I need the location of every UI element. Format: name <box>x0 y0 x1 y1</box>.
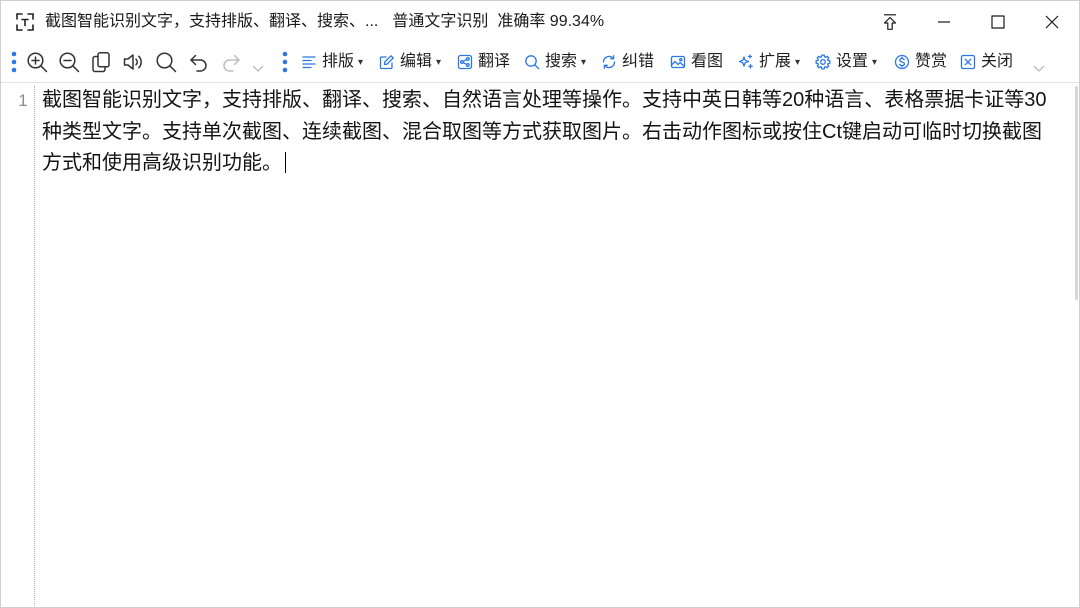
toolbar-grip-handle[interactable] <box>280 45 290 79</box>
text-line-last[interactable]: 方式和使用高级识别功能。 <box>42 148 1071 180</box>
text-line[interactable]: 截图智能识别文字，支持排版、翻译、搜索、自然语言处理等操作。支持中英日韩等20种… <box>42 85 1071 117</box>
pin-on-top-button[interactable] <box>863 1 917 43</box>
translate-button[interactable]: 翻译 <box>455 45 510 79</box>
settings-menu-button[interactable]: 设置 ▾ <box>813 45 877 79</box>
menu-label: 设置 <box>836 53 869 70</box>
edit-icon <box>379 55 394 70</box>
gutter-divider <box>34 86 35 607</box>
dropdown-arrow-icon: ▾ <box>436 56 442 68</box>
undo-button[interactable] <box>185 45 213 79</box>
dropdown-arrow-icon: ▾ <box>358 56 364 68</box>
pin-top-icon <box>883 14 897 30</box>
recognition-mode-label: 普通文字识别 <box>392 13 489 30</box>
search-menu-button[interactable]: 搜索 ▾ <box>522 45 586 79</box>
align-list-icon <box>302 56 316 69</box>
layout-menu-button[interactable]: 排版 ▾ <box>299 45 363 79</box>
menu-label: 编辑 <box>400 53 433 70</box>
title-bar[interactable]: 截图智能识别文字，支持排版、翻译、搜索、... 普通文字识别 准确率 99.34… <box>1 1 1079 43</box>
dropdown-arrow-icon: ▾ <box>872 56 878 68</box>
undo-icon <box>190 54 207 72</box>
dollar-circle-icon <box>894 54 910 70</box>
chevron-down-icon <box>252 65 264 72</box>
title-text-group: 截图智能识别文字，支持排版、翻译、搜索、... 普通文字识别 准确率 99.34… <box>45 12 604 32</box>
refresh-icon <box>602 55 616 69</box>
menu-label: 关闭 <box>981 53 1014 70</box>
text-cursor <box>285 152 286 173</box>
dropdown-arrow-icon: ▾ <box>581 56 587 68</box>
sparkle-icon <box>738 54 753 69</box>
redo-button[interactable] <box>217 45 245 79</box>
vertical-scrollbar-thumb[interactable] <box>1075 86 1078 300</box>
menu-label: 翻译 <box>478 53 511 70</box>
close-app-button[interactable]: 关闭 <box>958 45 1013 79</box>
chevron-down-icon <box>1033 65 1045 72</box>
window-title: 截图智能识别文字，支持排版、翻译、搜索、... <box>45 13 379 30</box>
line-number: 1 <box>18 91 28 110</box>
accuracy-label: 准确率 99.34% <box>497 13 605 30</box>
menu-label: 看图 <box>691 53 724 70</box>
menu-label: 排版 <box>322 53 355 70</box>
zoom-in-button[interactable] <box>23 45 51 79</box>
close-box-icon <box>960 54 976 70</box>
close-window-button[interactable] <box>1025 1 1079 43</box>
dropdown-arrow-icon: ▾ <box>795 56 801 68</box>
copy-icon <box>92 52 110 73</box>
menu-label: 搜索 <box>545 53 578 70</box>
gear-icon <box>815 54 831 70</box>
grip-dots-icon <box>11 51 17 73</box>
search-icon <box>525 55 540 70</box>
grip-dots-icon <box>282 51 288 73</box>
scan-text-icon <box>16 13 34 31</box>
edit-menu-button[interactable]: 编辑 ▾ <box>377 45 441 79</box>
zoom-out-button[interactable] <box>55 45 83 79</box>
toolbar: 排版 ▾ 编辑 ▾ 翻译 搜索 ▾ 纠错 看图 扩展 ▾ 设置 ▾ 赞赏 关闭 <box>1 45 1079 79</box>
maximize-button[interactable] <box>971 1 1025 43</box>
menu-label: 纠错 <box>622 53 655 70</box>
redo-icon <box>223 54 240 72</box>
menu-label: 扩展 <box>759 53 792 70</box>
translate-icon <box>457 54 473 70</box>
zoom-out-icon <box>59 52 80 73</box>
maximize-icon <box>991 15 1005 29</box>
toolbar-grip-handle[interactable] <box>9 45 19 79</box>
zoom-in-icon <box>27 52 48 73</box>
minimize-button[interactable] <box>917 1 971 43</box>
read-aloud-button[interactable] <box>119 45 147 79</box>
donate-button[interactable]: 赞赏 <box>892 45 947 79</box>
copy-button[interactable] <box>87 45 115 79</box>
toolbar-overflow-button[interactable] <box>1031 45 1047 79</box>
close-icon <box>1045 15 1059 29</box>
minimize-icon <box>938 21 950 23</box>
proofread-button[interactable]: 纠错 <box>599 45 654 79</box>
text-editor[interactable]: 1 截图智能识别文字，支持排版、翻译、搜索、自然语言处理等操作。支持中英日韩等2… <box>1 82 1079 607</box>
image-icon <box>670 55 686 69</box>
text-line[interactable]: 种类型文字。支持单次截图、连续截图、混合取图等方式获取图片。右击动作图标或按住C… <box>42 117 1071 149</box>
extensions-menu-button[interactable]: 扩展 ▾ <box>736 45 800 79</box>
search-icon <box>156 52 177 73</box>
ocr-result-window: 截图智能识别文字，支持排版、翻译、搜索、... 普通文字识别 准确率 99.34… <box>0 0 1080 608</box>
recognized-text[interactable]: 截图智能识别文字，支持排版、翻译、搜索、自然语言处理等操作。支持中英日韩等20种… <box>42 85 1071 607</box>
menu-label: 赞赏 <box>915 53 948 70</box>
speaker-icon <box>123 54 142 70</box>
text-line-content[interactable]: 方式和使用高级识别功能。 <box>42 152 282 174</box>
find-button[interactable] <box>152 45 180 79</box>
view-image-button[interactable]: 看图 <box>668 45 723 79</box>
more-actions-button[interactable] <box>250 45 266 79</box>
